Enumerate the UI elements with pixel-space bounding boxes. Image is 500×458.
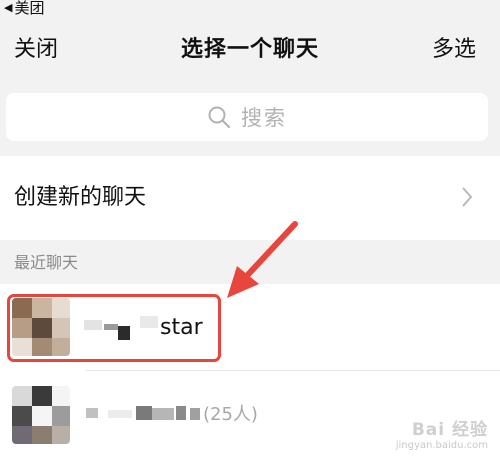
back-arrow-icon: ◀ (4, 1, 13, 14)
highlight-annotation (7, 294, 221, 362)
redacted-name (152, 408, 174, 420)
redacted-name (136, 406, 152, 420)
annotation-arrow-icon (227, 221, 298, 298)
row-divider (86, 370, 500, 371)
status-bar: ◀ 美团 (0, 0, 500, 17)
watermark-url: jingyan.baidu.com (395, 440, 488, 451)
search-icon (207, 105, 231, 129)
create-new-chat-label: 创建新的聊天 (14, 185, 147, 210)
redacted-name (108, 410, 132, 418)
redacted-name (190, 408, 200, 420)
nav-bar: 关闭 选择一个聊天 多选 (0, 16, 500, 88)
redacted-name (176, 406, 186, 420)
page-title: 选择一个聊天 (180, 37, 319, 62)
search-input[interactable]: 搜索 (6, 93, 488, 141)
watermark: Bai 经验 jingyan.baidu.com (396, 415, 488, 452)
chevron-right-icon (460, 184, 474, 214)
watermark-logo: Bai 经验 (411, 420, 488, 440)
share-chat-picker-screen: ◀ 美团 关闭 选择一个聊天 多选 搜索 创建新的聊天 最近聊天 star (2… (0, 0, 500, 458)
recent-chats-header: 最近聊天 (14, 253, 79, 272)
search-placeholder: 搜索 (241, 106, 287, 130)
multi-select-button[interactable]: 多选 (432, 34, 476, 66)
group-member-count: (25人) (203, 404, 258, 425)
group-avatar (12, 386, 70, 444)
redacted-name (86, 408, 98, 418)
